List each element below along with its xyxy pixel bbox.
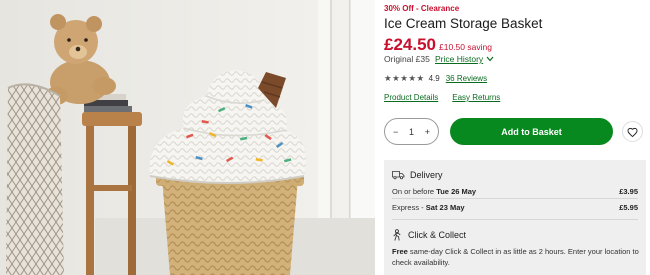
click-collect-icon bbox=[393, 229, 401, 241]
delivery-truck-icon bbox=[392, 171, 405, 180]
reviews-link[interactable]: 36 Reviews bbox=[446, 74, 487, 83]
clearance-badge: 30% Off - Clearance bbox=[384, 4, 460, 13]
quantity-stepper: − 1 + bbox=[384, 118, 439, 145]
ice-cream-basket-photo bbox=[0, 0, 375, 275]
plus-icon[interactable]: + bbox=[425, 127, 430, 137]
delivery-heading: Delivery bbox=[392, 170, 443, 180]
product-details-panel: 30% Off - Clearance Ice Cream Storage Ba… bbox=[384, 0, 646, 275]
delivery-option-label: On or before Tue 26 May bbox=[392, 187, 477, 196]
product-title: Ice Cream Storage Basket bbox=[384, 16, 543, 31]
original-price: Original £35 bbox=[384, 54, 430, 64]
rating-row: ★★★★★ 4.9 36 Reviews bbox=[384, 73, 487, 84]
delivery-option-label: Express - Sat 23 May bbox=[392, 203, 465, 212]
divider bbox=[392, 219, 638, 220]
click-collect-description: Free same-day Click & Collect in as litt… bbox=[392, 247, 639, 267]
delivery-option-express: Express - Sat 23 May £5.95 bbox=[392, 203, 638, 212]
star-rating-icon: ★★★★★ bbox=[384, 73, 425, 83]
current-price: £24.50 bbox=[384, 35, 436, 54]
divider bbox=[392, 198, 638, 199]
info-links: Product Details Easy Returns bbox=[384, 93, 514, 102]
product-image[interactable] bbox=[0, 0, 375, 275]
chevron-down-icon bbox=[486, 54, 494, 64]
delivery-option-price: £3.95 bbox=[619, 187, 638, 196]
minus-icon[interactable]: − bbox=[393, 127, 398, 137]
add-to-basket-button[interactable]: Add to Basket bbox=[450, 118, 613, 145]
heart-icon[interactable] bbox=[622, 121, 643, 142]
rating-value: 4.9 bbox=[428, 74, 440, 83]
easy-returns-link[interactable]: Easy Returns bbox=[452, 93, 500, 102]
delivery-option-standard: On or before Tue 26 May £3.95 bbox=[392, 187, 638, 196]
delivery-heading-label: Delivery bbox=[410, 170, 443, 180]
saving-amount: £10.50 saving bbox=[439, 42, 492, 52]
price-history-link[interactable]: Price History bbox=[435, 54, 494, 64]
product-details-link[interactable]: Product Details bbox=[384, 93, 438, 102]
click-collect-heading: Click & Collect bbox=[392, 229, 466, 241]
quantity-value[interactable]: 1 bbox=[409, 127, 414, 137]
price-history-label: Price History bbox=[435, 54, 484, 64]
click-collect-heading-label: Click & Collect bbox=[408, 230, 467, 240]
delivery-option-price: £5.95 bbox=[619, 203, 638, 212]
delivery-panel: Delivery On or before Tue 26 May £3.95 E… bbox=[384, 160, 646, 275]
